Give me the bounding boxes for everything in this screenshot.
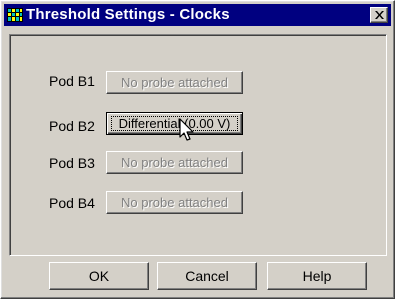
pod-b4-label: Pod B4 bbox=[49, 195, 95, 211]
close-button[interactable] bbox=[370, 7, 388, 23]
pod-b1-label: Pod B1 bbox=[49, 73, 95, 89]
pod-threshold-panel bbox=[9, 34, 387, 256]
pod-b2-threshold-value: Differential (0.00 V) bbox=[118, 116, 231, 131]
title-bar[interactable]: Threshold Settings - Clocks bbox=[4, 4, 391, 26]
pod-b4-threshold-button[interactable]: No probe attached bbox=[106, 191, 243, 214]
app-grid-icon bbox=[7, 7, 23, 23]
pod-b3-threshold-button[interactable]: No probe attached bbox=[106, 151, 243, 174]
pod-b1-threshold-button[interactable]: No probe attached bbox=[106, 71, 243, 94]
threshold-settings-dialog: Threshold Settings - Clocks Pod B1 No pr… bbox=[0, 0, 395, 299]
close-icon bbox=[375, 11, 384, 19]
ok-button[interactable]: OK bbox=[49, 262, 149, 290]
cancel-button[interactable]: Cancel bbox=[157, 262, 257, 290]
pod-b3-label: Pod B3 bbox=[49, 155, 95, 171]
window-title: Threshold Settings - Clocks bbox=[26, 6, 230, 23]
pod-b2-threshold-button[interactable]: Differential (0.00 V) bbox=[106, 112, 243, 135]
pod-b2-label: Pod B2 bbox=[49, 118, 95, 134]
help-button[interactable]: Help bbox=[267, 262, 367, 290]
